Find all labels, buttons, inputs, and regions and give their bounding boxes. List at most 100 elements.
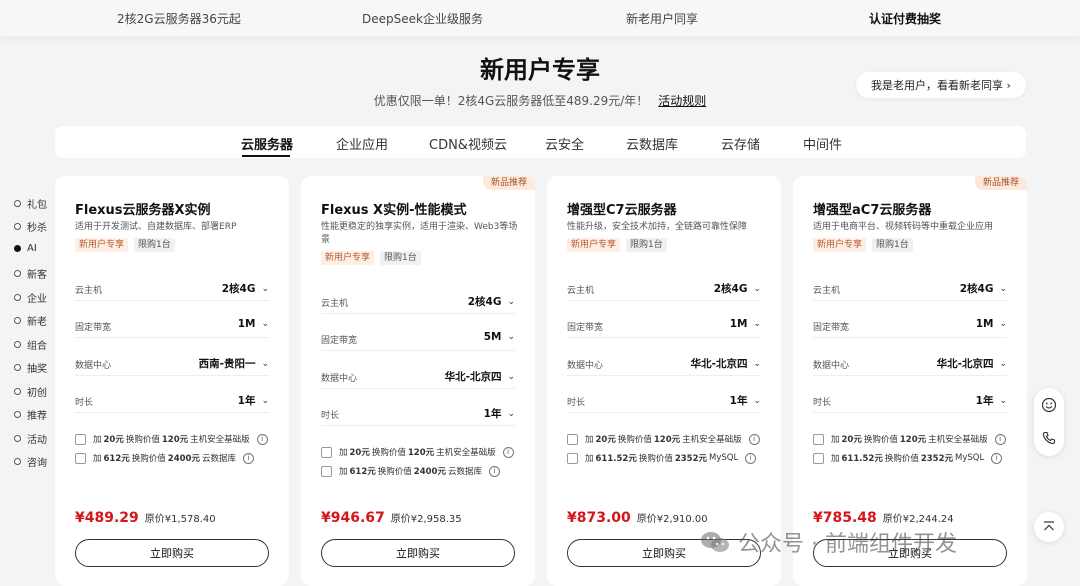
buy-now-button[interactable]: 立即购买 <box>75 539 269 567</box>
product-tags: 新用户专享 限购1台 <box>75 238 175 252</box>
nav-item-server-promo[interactable]: 2核2G云服务器36元起 <box>117 10 241 27</box>
datacenter-select[interactable]: 华北-北京四 ⌄ <box>937 356 1007 371</box>
chevron-down-icon: ⌄ <box>261 283 269 294</box>
spec-row-duration: 时长 1年 ⌄ <box>813 393 1007 413</box>
old-user-button[interactable]: 我是老用户，看看新老同享 › <box>856 72 1026 98</box>
duration-select[interactable]: 1年 ⌄ <box>484 406 515 421</box>
bandwidth-value: 1M <box>729 318 748 330</box>
addon-checkbox[interactable] <box>813 433 824 445</box>
back-to-top-button[interactable] <box>1034 512 1064 542</box>
tab-middleware[interactable]: 中间件 <box>803 134 842 153</box>
side-item-combo[interactable]: 组合 <box>14 337 47 352</box>
nav-item-all-users[interactable]: 新老用户同享 <box>626 10 698 27</box>
product-tags: 新用户专享 限购1台 <box>567 238 667 252</box>
product-description: 适用于电商平台、视频转码等中重载企业应用 <box>813 222 994 232</box>
spec-label: 云主机 <box>321 299 349 309</box>
addon-prefix: 加 <box>831 435 840 445</box>
spec-row-duration: 时长 1年 ⌄ <box>321 406 515 426</box>
smile-icon[interactable] <box>1041 397 1057 413</box>
addon-value: 120元 <box>899 435 927 445</box>
buy-now-button[interactable]: 立即购买 <box>567 539 761 567</box>
datacenter-select[interactable]: 华北-北京四 ⌄ <box>691 356 761 371</box>
host-value: 2核4G <box>467 296 502 308</box>
spec-label: 数据中心 <box>75 361 112 371</box>
bandwidth-select[interactable]: 1M ⌄ <box>976 318 1007 330</box>
side-item-activity[interactable]: 活动 <box>14 431 47 446</box>
product-description: 适用于开发测试、自建数据库、部署ERP <box>75 222 237 232</box>
info-icon[interactable]: i <box>488 465 500 477</box>
info-icon[interactable]: i <box>748 433 760 445</box>
tab-enterprise-apps[interactable]: 企业应用 <box>336 134 388 153</box>
addon-checkbox[interactable] <box>567 433 578 445</box>
side-item-flash-sale[interactable]: 秒杀 <box>14 219 47 234</box>
addon-checkbox[interactable] <box>75 433 86 445</box>
original-price-value: ¥2,958.35 <box>410 514 462 525</box>
product-tags: 新用户专享 限购1台 <box>813 238 913 252</box>
addon-checkbox[interactable] <box>321 446 332 458</box>
side-item-new-old[interactable]: 新老 <box>14 313 47 328</box>
chevron-down-icon: ⌄ <box>261 319 269 329</box>
rules-link[interactable]: 活动规则 <box>658 94 706 108</box>
phone-icon[interactable] <box>1041 430 1057 446</box>
radio-dot-icon <box>14 341 21 348</box>
side-item-consult[interactable]: 咨询 <box>14 454 47 469</box>
side-item-new-customer[interactable]: 新客 <box>14 266 47 281</box>
tab-cloud-storage[interactable]: 云存储 <box>721 134 760 153</box>
duration-select[interactable]: 1年 ⌄ <box>238 393 269 408</box>
host-select[interactable]: 2核4G ⌄ <box>222 281 269 296</box>
addon-checkbox[interactable] <box>75 452 86 464</box>
nav-item-lottery[interactable]: 认证付费抽奖 <box>869 10 941 27</box>
original-price-label: 原价 <box>144 514 165 525</box>
side-item-gift[interactable]: 礼包 <box>14 196 47 211</box>
addon-checkbox[interactable] <box>321 465 332 477</box>
tab-cloud-database[interactable]: 云数据库 <box>626 134 678 153</box>
info-icon[interactable]: i <box>502 446 514 458</box>
side-item-lottery[interactable]: 抽奖 <box>14 360 47 375</box>
addon-checkbox[interactable] <box>813 452 824 464</box>
tab-cloud-security[interactable]: 云安全 <box>545 134 584 153</box>
addon-price: 611.52元 <box>595 454 637 464</box>
duration-select[interactable]: 1年 ⌄ <box>730 393 761 408</box>
original-price-label: 原价 <box>390 514 411 525</box>
tab-cdn-video[interactable]: CDN&视频云 <box>429 134 507 153</box>
info-icon[interactable]: i <box>994 433 1006 445</box>
chevron-down-icon: ⌄ <box>753 319 761 329</box>
tag-purchase-limit: 限购1台 <box>626 238 667 252</box>
bandwidth-select[interactable]: 5M ⌄ <box>484 331 515 343</box>
radio-dot-icon <box>14 200 21 207</box>
back-to-top-icon <box>1044 521 1054 531</box>
info-icon[interactable]: i <box>991 452 1003 464</box>
info-icon[interactable]: i <box>242 452 254 464</box>
radio-dot-icon <box>14 458 21 465</box>
side-item-ai[interactable]: AI <box>14 243 37 254</box>
tab-cloud-server[interactable]: 云服务器 <box>241 134 293 153</box>
addon-prefix: 加 <box>831 454 840 464</box>
addon-checkbox[interactable] <box>567 452 578 464</box>
bandwidth-select[interactable]: 1M ⌄ <box>238 318 269 330</box>
side-item-label: 抽奖 <box>27 364 47 375</box>
addon-prefix: 加 <box>585 454 594 464</box>
product-tags: 新用户专享 限购1台 <box>321 251 421 265</box>
info-icon[interactable]: i <box>745 452 757 464</box>
radio-dot-icon <box>14 270 21 277</box>
datacenter-select[interactable]: 西南-贵阳一 ⌄ <box>199 356 269 371</box>
side-item-enterprise[interactable]: 企业 <box>14 290 47 305</box>
nav-item-deepseek[interactable]: DeepSeek企业级服务 <box>362 10 483 27</box>
host-select[interactable]: 2核4G ⌄ <box>714 281 761 296</box>
addon-option: 加 612元 换购价值 2400元 云数据库 i <box>75 451 254 465</box>
addon-option: 加 20元 换购价值 120元 主机安全基础版 i <box>813 432 1006 446</box>
buy-now-button[interactable]: 立即购买 <box>321 539 515 567</box>
side-item-startup[interactable]: 初创 <box>14 384 47 399</box>
buy-now-button[interactable]: 立即购买 <box>813 539 1007 567</box>
top-nav: 2核2G云服务器36元起 DeepSeek企业级服务 新老用户同享 认证付费抽奖 <box>0 0 1080 36</box>
datacenter-select[interactable]: 华北-北京四 ⌄ <box>445 369 515 384</box>
spec-label: 固定带宽 <box>567 323 604 333</box>
chevron-down-icon: ⌄ <box>507 332 515 342</box>
info-icon[interactable]: i <box>256 433 268 445</box>
side-item-recommend[interactable]: 推荐 <box>14 407 47 422</box>
host-select[interactable]: 2核4G ⌄ <box>468 294 515 309</box>
datacenter-value: 华北-北京四 <box>690 358 748 370</box>
host-select[interactable]: 2核4G ⌄ <box>960 281 1007 296</box>
bandwidth-select[interactable]: 1M ⌄ <box>730 318 761 330</box>
duration-select[interactable]: 1年 ⌄ <box>976 393 1007 408</box>
